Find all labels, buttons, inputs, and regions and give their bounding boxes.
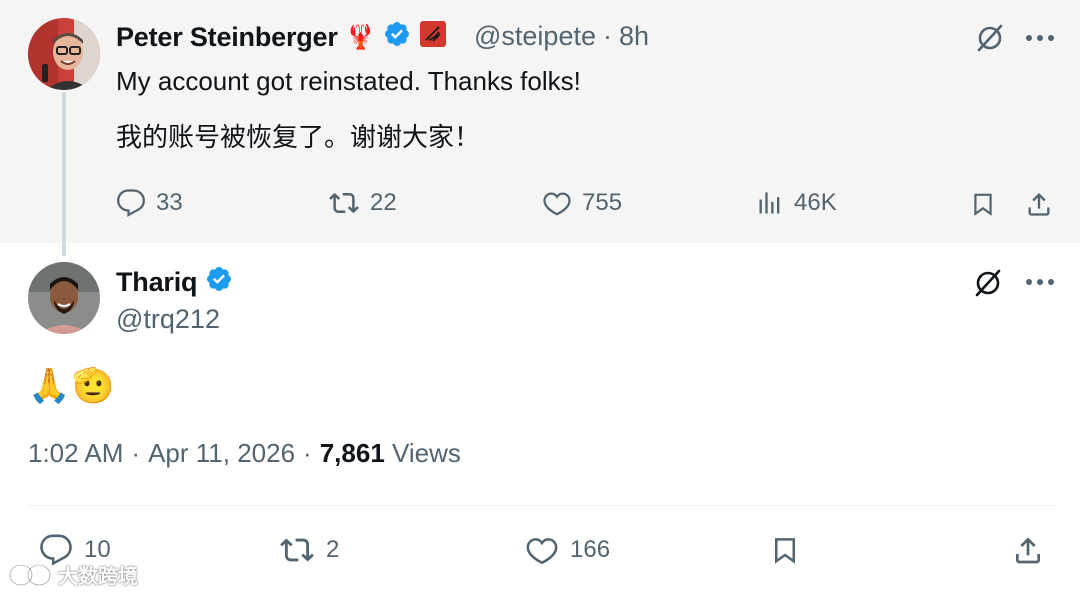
reply-more-button[interactable] bbox=[1020, 262, 1060, 302]
author-name-text: Peter Steinberger bbox=[116, 22, 338, 52]
name-emoji: 🦞 bbox=[345, 24, 376, 51]
repost-icon bbox=[329, 192, 359, 214]
verified-badge-icon[interactable] bbox=[383, 20, 411, 55]
author-handle[interactable]: @steipete bbox=[474, 21, 596, 52]
more-icon bbox=[1026, 35, 1054, 41]
reply-author-name[interactable]: Thariq bbox=[116, 265, 233, 300]
author-handle-line[interactable]: @steipete · 8h bbox=[474, 21, 649, 52]
meta-separator: · bbox=[131, 438, 141, 468]
handle-separator: · bbox=[602, 21, 612, 51]
grok-icon bbox=[975, 269, 1001, 297]
tweet-text-en: My account got reinstated. Thanks folks! bbox=[116, 66, 581, 96]
verified-badge-icon[interactable] bbox=[205, 265, 233, 300]
tweet-time[interactable]: 1:02 AM bbox=[28, 438, 123, 469]
reply-text: 🙏🫡 bbox=[28, 367, 117, 405]
more-button[interactable] bbox=[1020, 18, 1060, 58]
watermark-logo-icon bbox=[8, 563, 52, 586]
like-button[interactable]: 166 bbox=[524, 533, 610, 567]
bookmark-button[interactable] bbox=[766, 530, 804, 570]
like-button[interactable]: 755 bbox=[542, 188, 622, 218]
reply-author-handle[interactable]: @trq212 bbox=[116, 304, 220, 335]
repost-icon bbox=[280, 538, 314, 562]
share-button[interactable] bbox=[1008, 530, 1048, 570]
avatar-peter[interactable] bbox=[28, 18, 100, 90]
tweet-text-zh: 我的账号被恢复了。谢谢大家！ bbox=[116, 122, 481, 152]
views-icon bbox=[759, 192, 780, 214]
parent-tweet[interactable]: Peter Steinberger 🦞 @steipete · 8h My ac… bbox=[0, 0, 1080, 256]
views-button[interactable]: 46K bbox=[756, 188, 837, 218]
share-icon bbox=[1016, 537, 1040, 564]
bookmark-icon bbox=[974, 193, 992, 216]
avatar-thariq[interactable] bbox=[28, 262, 100, 334]
repost-button[interactable]: 22 bbox=[328, 188, 397, 218]
reply-grok-button[interactable] bbox=[968, 263, 1008, 303]
tweet-date[interactable]: Apr 11, 2026 bbox=[148, 438, 295, 469]
thread-line bbox=[62, 92, 66, 256]
bookmark-icon bbox=[775, 538, 795, 564]
reply-author-name-text: Thariq bbox=[116, 267, 198, 297]
grok-icon bbox=[977, 24, 1003, 52]
bookmark-button[interactable] bbox=[966, 186, 1000, 222]
watermark-text: 大数跨境 bbox=[58, 566, 138, 588]
share-button[interactable] bbox=[1022, 186, 1056, 222]
like-count: 755 bbox=[582, 189, 623, 216]
views-count: 46K bbox=[794, 189, 837, 216]
reply-button[interactable]: 33 bbox=[116, 188, 183, 218]
reply-count: 33 bbox=[156, 189, 183, 216]
share-icon bbox=[1028, 193, 1050, 216]
like-icon bbox=[543, 192, 571, 216]
views-count: 7,861 bbox=[319, 438, 385, 468]
like-icon bbox=[526, 538, 558, 565]
tweet-time[interactable]: 8h bbox=[619, 21, 649, 52]
reply-icon bbox=[117, 189, 145, 217]
more-icon bbox=[1026, 279, 1054, 285]
repost-button[interactable]: 2 bbox=[278, 533, 339, 567]
author-name[interactable]: Peter Steinberger 🦞 bbox=[116, 20, 447, 55]
meta-separator: · bbox=[303, 438, 312, 468]
affiliate-badge-icon[interactable] bbox=[419, 20, 447, 55]
watermark: 大数跨境 bbox=[8, 560, 138, 589]
tweet-meta: 1:02 AM · Apr 11, 2026 · 7,861 Views bbox=[28, 438, 461, 469]
views-label: Views bbox=[392, 438, 461, 468]
views-link[interactable]: 7,861 Views bbox=[320, 438, 461, 469]
repost-count: 22 bbox=[370, 189, 397, 216]
divider bbox=[28, 505, 1054, 506]
grok-button[interactable] bbox=[970, 18, 1010, 58]
repost-count: 2 bbox=[326, 536, 340, 563]
like-count: 166 bbox=[570, 536, 611, 563]
